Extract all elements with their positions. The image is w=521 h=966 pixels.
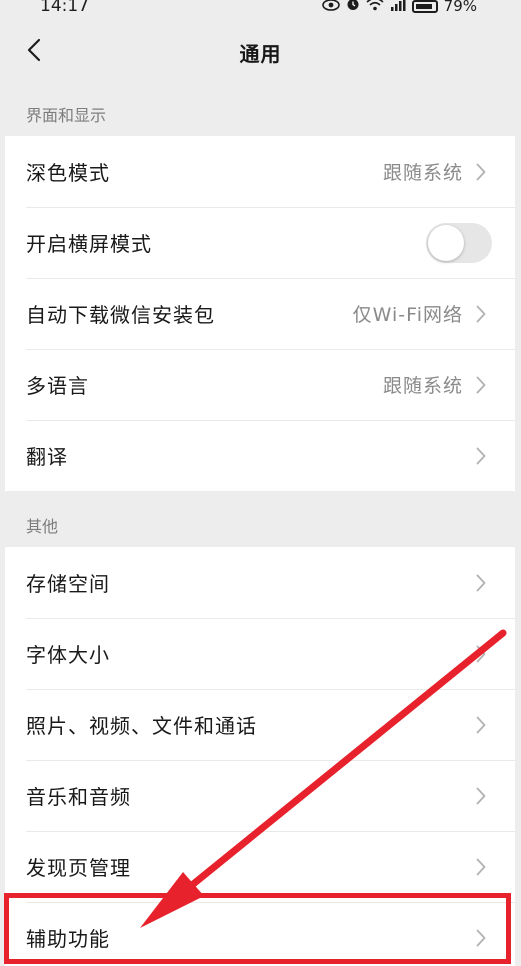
row-label: 辅助功能 [26, 927, 110, 951]
page-title: 通用 [239, 41, 282, 66]
row-label: 自动下载微信安装包 [26, 303, 215, 327]
row-label: 存储空间 [26, 572, 110, 596]
chevron-right-icon [475, 447, 487, 465]
row-discover-manage[interactable]: 发现页管理 [5, 831, 515, 902]
row-language[interactable]: 多语言 跟随系统 [5, 349, 515, 420]
section-header-display: 界面和显示 [26, 106, 107, 125]
chevron-right-icon [475, 716, 487, 734]
chevron-right-icon [475, 163, 487, 181]
row-storage[interactable]: 存储空间 [5, 547, 515, 618]
wifi-icon [366, 0, 384, 15]
chevron-right-icon [475, 787, 487, 805]
chevron-right-icon [475, 305, 487, 323]
row-value: 仅Wi-Fi网络 [352, 304, 463, 326]
chevron-right-icon [475, 858, 487, 876]
chevron-right-icon [475, 929, 487, 947]
settings-group-other: 存储空间 字体大小 照片、视频、文件和通话 音乐和音频 发现页管理 辅助功能 [5, 547, 515, 966]
chevron-right-icon [475, 376, 487, 394]
status-bar: 14:17 79% [0, 0, 521, 18]
row-label: 开启横屏模式 [26, 232, 152, 256]
row-dark-mode[interactable]: 深色模式 跟随系统 [5, 136, 515, 207]
chevron-left-icon [27, 38, 41, 66]
section-header-other: 其他 [26, 517, 59, 536]
row-label: 字体大小 [26, 643, 110, 667]
toggle-knob [428, 224, 464, 261]
eye-icon [321, 0, 340, 15]
status-time: 14:17 [40, 0, 89, 16]
chevron-right-icon [475, 574, 487, 592]
back-button[interactable] [18, 34, 50, 70]
row-auto-download[interactable]: 自动下载微信安装包 仅Wi-Fi网络 [5, 278, 515, 349]
row-music-audio[interactable]: 音乐和音频 [5, 760, 515, 831]
battery-percent: 79% [443, 0, 477, 15]
settings-group-display: 深色模式 跟随系统 开启横屏模式 自动下载微信安装包 仅Wi-Fi网络 多语言 … [5, 136, 515, 491]
battery-icon [411, 0, 438, 13]
row-label: 翻译 [26, 445, 68, 469]
row-label: 发现页管理 [26, 856, 131, 880]
row-label: 照片、视频、文件和通话 [26, 714, 257, 738]
nav-bar: 通用 [0, 20, 521, 84]
row-font-size[interactable]: 字体大小 [5, 618, 515, 689]
row-accessibility[interactable]: 辅助功能 [5, 902, 515, 966]
row-label: 深色模式 [26, 161, 110, 185]
alarm-icon [346, 0, 360, 15]
row-label: 音乐和音频 [26, 785, 131, 809]
row-media-files[interactable]: 照片、视频、文件和通话 [5, 689, 515, 760]
row-label: 多语言 [26, 374, 89, 398]
settings-screen: 14:17 79% 通用 界面和显示 深色模式 跟随系统 开启横屏模式 自动下载… [0, 0, 521, 966]
status-icons: 79% [321, 0, 477, 15]
landscape-toggle[interactable] [426, 222, 492, 263]
row-value: 跟随系统 [382, 375, 463, 397]
row-value: 跟随系统 [382, 162, 463, 184]
row-landscape-mode: 开启横屏模式 [5, 207, 515, 278]
chevron-right-icon [475, 645, 487, 663]
signal-icon [390, 0, 406, 15]
row-translate[interactable]: 翻译 [5, 420, 515, 491]
